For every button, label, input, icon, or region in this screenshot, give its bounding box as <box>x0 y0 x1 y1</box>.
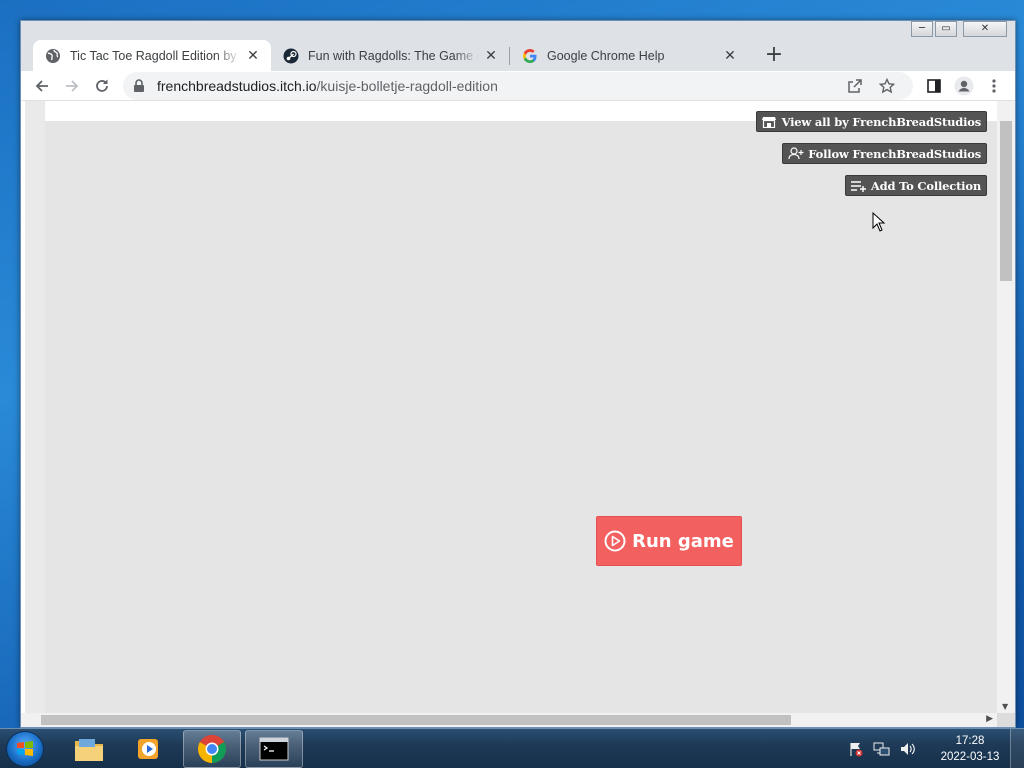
game-frame[interactable]: Run game <box>45 121 997 713</box>
taskbar-chrome[interactable] <box>183 730 241 768</box>
vertical-scroll-thumb[interactable] <box>1000 121 1012 281</box>
system-tray: 17:28 2022-03-13 <box>844 729 1024 768</box>
profile-button[interactable] <box>949 72 979 100</box>
action-center-flag-icon[interactable] <box>844 739 868 759</box>
kebab-menu-icon <box>992 78 996 93</box>
side-panel-button[interactable] <box>919 72 949 100</box>
address-bar[interactable]: frenchbreadstudios.itch.io/kuisje-bollet… <box>123 71 913 100</box>
arrow-right-icon <box>66 79 79 92</box>
horizontal-scrollbar[interactable]: ▶ <box>21 713 997 727</box>
new-tab-button[interactable]: + <box>760 42 788 70</box>
media-player-icon <box>138 739 158 759</box>
folder-icon <box>75 739 103 761</box>
tab-chrome-help[interactable]: Google Chrome Help ✕ <box>510 40 748 72</box>
url-path: /kuisje-bolletje-ragdoll-edition <box>316 77 498 94</box>
volume-icon[interactable] <box>896 739 920 759</box>
bookmark-star-icon[interactable] <box>871 77 903 94</box>
window-caption-buttons: ─ ▭ ✕ <box>909 21 1007 37</box>
menu-button[interactable] <box>979 72 1009 100</box>
horizontal-scroll-thumb[interactable] <box>41 715 791 725</box>
show-desktop-button[interactable] <box>1010 729 1024 768</box>
side-panel-icon <box>927 78 941 93</box>
minimize-button[interactable]: ─ <box>911 21 933 37</box>
tab-steam[interactable]: Fun with Ragdolls: The Game on Steam ✕ <box>271 40 509 72</box>
scroll-right-icon[interactable]: ▶ <box>986 714 993 724</box>
windows-logo-icon <box>17 741 33 756</box>
close-tab-icon[interactable]: ✕ <box>245 48 261 64</box>
user-tools: View all by FrenchBreadStudios Follow Fr… <box>755 111 987 207</box>
taskbar-media-player[interactable] <box>120 730 178 768</box>
browser-toolbar: frenchbreadstudios.itch.io/kuisje-bollet… <box>21 71 1015 101</box>
taskbar: 17:28 2022-03-13 <box>0 728 1024 768</box>
share-icon[interactable] <box>839 78 871 94</box>
close-tab-icon[interactable]: ✕ <box>483 48 499 64</box>
forward-button[interactable] <box>57 72 87 100</box>
mouse-cursor-icon <box>872 212 886 232</box>
maximize-button[interactable]: ▭ <box>935 21 957 37</box>
title-bar: ─ ▭ ✕ Tic Tac Toe Ragdoll Edition by Fre… <box>21 21 1015 71</box>
chrome-window: ─ ▭ ✕ Tic Tac Toe Ragdoll Edition by Fre… <box>20 20 1016 728</box>
arrow-left-icon <box>35 79 48 92</box>
back-button[interactable] <box>27 72 57 100</box>
page-left-gutter <box>25 101 45 713</box>
follow-label: Follow FrenchBreadStudios <box>808 146 981 161</box>
play-circle-icon <box>604 530 626 552</box>
tab-title: Google Chrome Help <box>547 49 665 63</box>
clock-date: 2022-03-13 <box>940 751 1000 763</box>
lock-icon <box>133 78 149 93</box>
google-icon <box>522 48 538 64</box>
user-plus-icon <box>788 147 804 161</box>
url-host: frenchbreadstudios.itch.io <box>157 77 317 94</box>
playlist-add-icon <box>850 179 867 193</box>
storefront-icon <box>761 115 778 129</box>
tab-tic-tac-toe[interactable]: Tic Tac Toe Ragdoll Edition by FrenchBre… <box>33 40 271 71</box>
add-to-collection-button[interactable]: Add To Collection <box>844 175 987 196</box>
tab-strip: Tic Tac Toe Ragdoll Edition by FrenchBre… <box>33 31 788 71</box>
chrome-icon <box>198 735 226 763</box>
close-tab-icon[interactable]: ✕ <box>722 48 738 64</box>
tab-title: Fun with Ragdolls: The Game on Steam <box>308 49 479 63</box>
taskbar-explorer[interactable] <box>60 730 118 768</box>
follow-button[interactable]: Follow FrenchBreadStudios <box>782 143 987 164</box>
tab-title: Tic Tac Toe Ragdoll Edition by FrenchBre… <box>70 48 241 63</box>
taskbar-clock[interactable]: 17:28 2022-03-13 <box>930 733 1010 765</box>
reload-icon <box>96 79 108 92</box>
run-game-label: Run game <box>632 530 734 552</box>
command-prompt-icon <box>259 737 289 761</box>
scrollbar-corner <box>997 713 1015 727</box>
globe-icon <box>45 48 61 64</box>
start-button[interactable] <box>6 731 44 767</box>
run-game-button[interactable]: Run game <box>596 516 742 566</box>
close-window-button[interactable]: ✕ <box>963 21 1007 37</box>
view-all-button[interactable]: View all by FrenchBreadStudios <box>755 111 987 132</box>
reload-button[interactable] <box>87 72 117 100</box>
network-icon[interactable] <box>870 739 894 759</box>
taskbar-command-prompt[interactable] <box>245 730 303 768</box>
add-collection-label: Add To Collection <box>870 178 981 193</box>
steam-icon <box>283 48 299 64</box>
clock-time: 17:28 <box>955 735 985 747</box>
page-viewport: Run game View all by FrenchBreadStudios … <box>21 101 1015 727</box>
vertical-scrollbar[interactable]: ▼ <box>997 101 1015 713</box>
view-all-label: View all by FrenchBreadStudios <box>781 114 982 129</box>
profile-icon <box>954 76 974 95</box>
scroll-down-icon[interactable]: ▼ <box>1002 702 1008 711</box>
